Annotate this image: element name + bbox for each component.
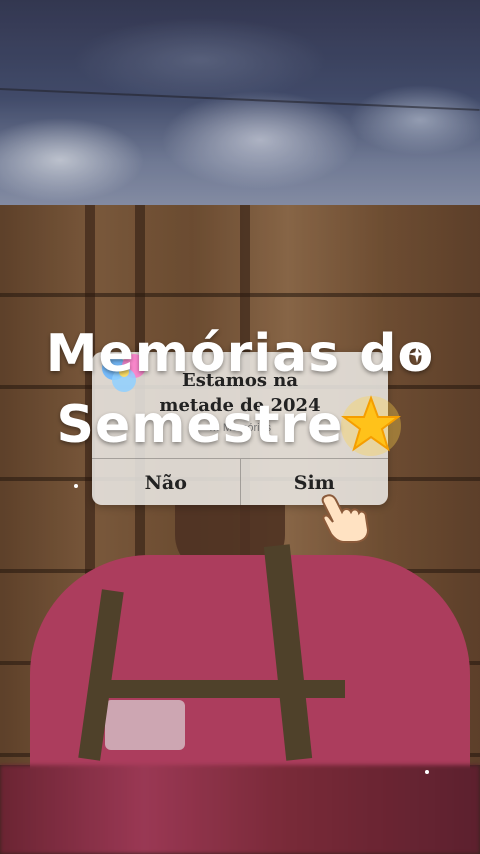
pointing-hand-icon	[321, 494, 370, 543]
no-button[interactable]: Não	[92, 459, 240, 505]
sparkle-icon	[408, 345, 426, 363]
sparkle-dot	[425, 770, 429, 774]
glowing-star-icon	[341, 395, 401, 456]
sparkle-dot	[74, 484, 78, 488]
